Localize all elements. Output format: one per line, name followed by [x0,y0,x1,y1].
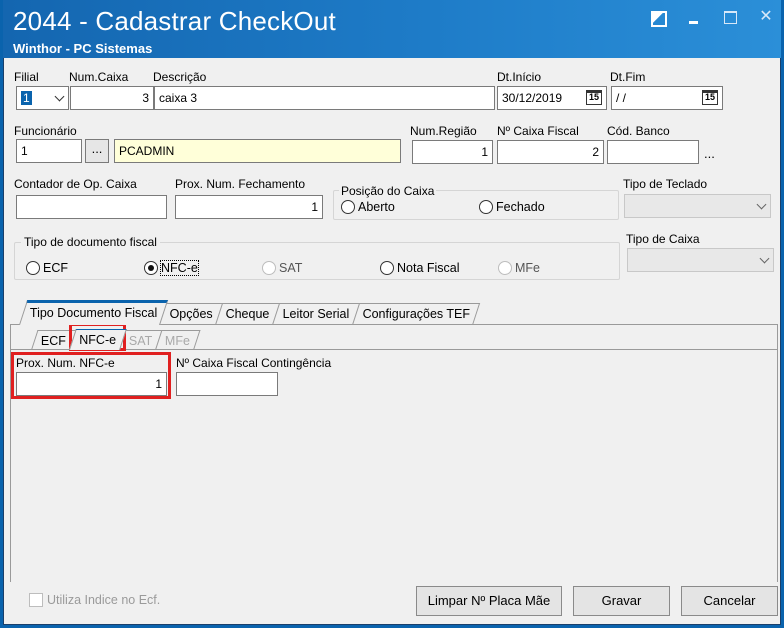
radio-fechado[interactable]: Fechado [479,200,545,214]
chevron-down-icon [54,91,65,102]
sub-tabs: ECF NFC-e SAT MFe [31,329,201,350]
window-controls: ✕ [649,8,775,27]
tipo-caixa-select[interactable] [627,248,774,272]
tab-configuracoes-tef[interactable]: Configurações TEF [351,303,481,325]
radio-circle [380,261,394,275]
tab-label: NFC-e [79,333,117,347]
calendar-icon[interactable]: 15 [586,90,602,105]
tab-label: Configurações TEF [362,307,471,321]
radio-label: MFe [515,261,540,275]
tab-label: SAT [128,334,153,348]
tab-label: Cheque [226,307,270,321]
title-bar[interactable]: 2044 - Cadastrar CheckOut Winthor - PC S… [3,0,781,58]
num-caixa-field[interactable]: 3 [70,86,154,110]
num-caixa-label: Num.Caixa [69,70,129,84]
num-regiao-label: Num.Região [410,124,477,138]
radio-circle [262,261,276,275]
gravar-button[interactable]: Gravar [573,586,670,616]
dt-inicio-label: Dt.Início [497,70,542,84]
tab-label: MFe [165,334,191,348]
radio-label: NFC-e [160,260,199,276]
checkbox-box [29,593,43,607]
prox-fechamento-label: Prox. Num. Fechamento [175,177,306,191]
tab-label: ECF [40,334,66,348]
funcionario-lookup-button[interactable]: ... [85,139,109,163]
chevron-down-icon [756,199,767,210]
contador-label: Contador de Op. Caixa [14,177,137,191]
radio-label: Fechado [496,200,545,214]
tab-label: Leitor Serial [282,307,350,321]
window-subtitle: Winthor - PC Sistemas [13,41,153,56]
radio-nota-fiscal[interactable]: Nota Fiscal [380,261,460,275]
posicao-label: Posição do Caixa [339,184,437,198]
funcionario-label: Funcionário [14,124,77,138]
radio-aberto[interactable]: Aberto [341,200,395,214]
radio-circle [479,200,493,214]
checkout-window: 2044 - Cadastrar CheckOut Winthor - PC S… [0,0,784,628]
caixa-fiscal-field[interactable]: 2 [497,140,604,164]
descricao-label: Descrição [153,70,207,84]
radio-nfce[interactable]: NFC-e [144,260,199,276]
radio-ecf[interactable]: ECF [26,261,68,275]
radio-circle [498,261,512,275]
chevron-down-icon [759,253,770,264]
tab-tipo-documento-fiscal[interactable]: Tipo Documento Fiscal [19,300,169,325]
tipo-caixa-label: Tipo de Caixa [626,232,700,246]
utiliza-indice-checkbox[interactable]: Utiliza Indice no Ecf. [29,593,160,607]
maximize-icon[interactable] [721,8,739,26]
caixa-fiscal-label: Nº Caixa Fiscal [497,124,579,138]
filial-select[interactable]: 1 [16,86,69,110]
radio-label: SAT [279,261,303,275]
window-title: 2044 - Cadastrar CheckOut [13,6,336,36]
cod-banco-lookup-button[interactable]: ... [704,146,715,161]
radio-label: ECF [43,261,68,275]
radio-sat[interactable]: SAT [262,261,302,275]
cancelar-button[interactable]: Cancelar [681,586,778,616]
filial-value: 1 [21,91,32,105]
highlight-prox-num-nfce [11,352,171,399]
tipo-teclado-label: Tipo de Teclado [623,177,708,191]
tab-label: Tipo Documento Fiscal [29,306,158,320]
radio-circle [26,261,40,275]
restore-icon[interactable] [649,8,667,27]
dt-fim-value: / / [616,91,627,105]
tab-label: Opções [169,307,214,321]
tab-nfce[interactable]: NFC-e [69,329,127,350]
main-tabs: Tipo Documento Fiscal Opções Cheque Leit… [19,300,481,325]
radio-circle [144,261,158,275]
contador-field[interactable] [16,195,167,219]
radio-mfe[interactable]: MFe [498,261,540,275]
dt-fim-label: Dt.Fim [610,70,646,84]
funcionario-field[interactable]: 1 [16,139,82,163]
checkbox-label: Utiliza Indice no Ecf. [47,593,161,607]
tab-opcoes[interactable]: Opções [159,303,224,325]
limpar-placa-mae-button[interactable]: Limpar Nº Placa Mãe [416,586,562,616]
radio-label: Nota Fiscal [397,261,460,275]
calendar-icon[interactable]: 15 [702,90,718,105]
dt-fim-field[interactable]: / / 15 [611,86,723,110]
filial-label: Filial [14,70,39,84]
tipo-teclado-select[interactable] [624,194,771,218]
tab-mfe[interactable]: MFe [155,330,201,350]
tab-cheque[interactable]: Cheque [215,303,281,325]
dt-inicio-field[interactable]: 30/12/2019 15 [497,86,607,110]
tab-leitor-serial[interactable]: Leitor Serial [272,303,361,325]
tipo-doc-label: Tipo de documento fiscal [21,235,160,249]
contingencia-label: Nº Caixa Fiscal Contingência [176,356,332,370]
cod-banco-field[interactable] [607,140,699,164]
funcionario-nome-field: PCADMIN [114,139,401,163]
dt-inicio-value: 30/12/2019 [502,91,563,105]
minimize-icon[interactable] [685,8,703,26]
close-icon[interactable]: ✕ [757,8,775,26]
prox-fechamento-field[interactable]: 1 [175,195,323,219]
contingencia-field[interactable] [176,372,278,396]
descricao-field[interactable]: caixa 3 [154,86,495,110]
radio-circle [341,200,355,214]
num-regiao-field[interactable]: 1 [412,140,493,164]
cod-banco-label: Cód. Banco [607,124,670,138]
radio-label: Aberto [358,200,395,214]
